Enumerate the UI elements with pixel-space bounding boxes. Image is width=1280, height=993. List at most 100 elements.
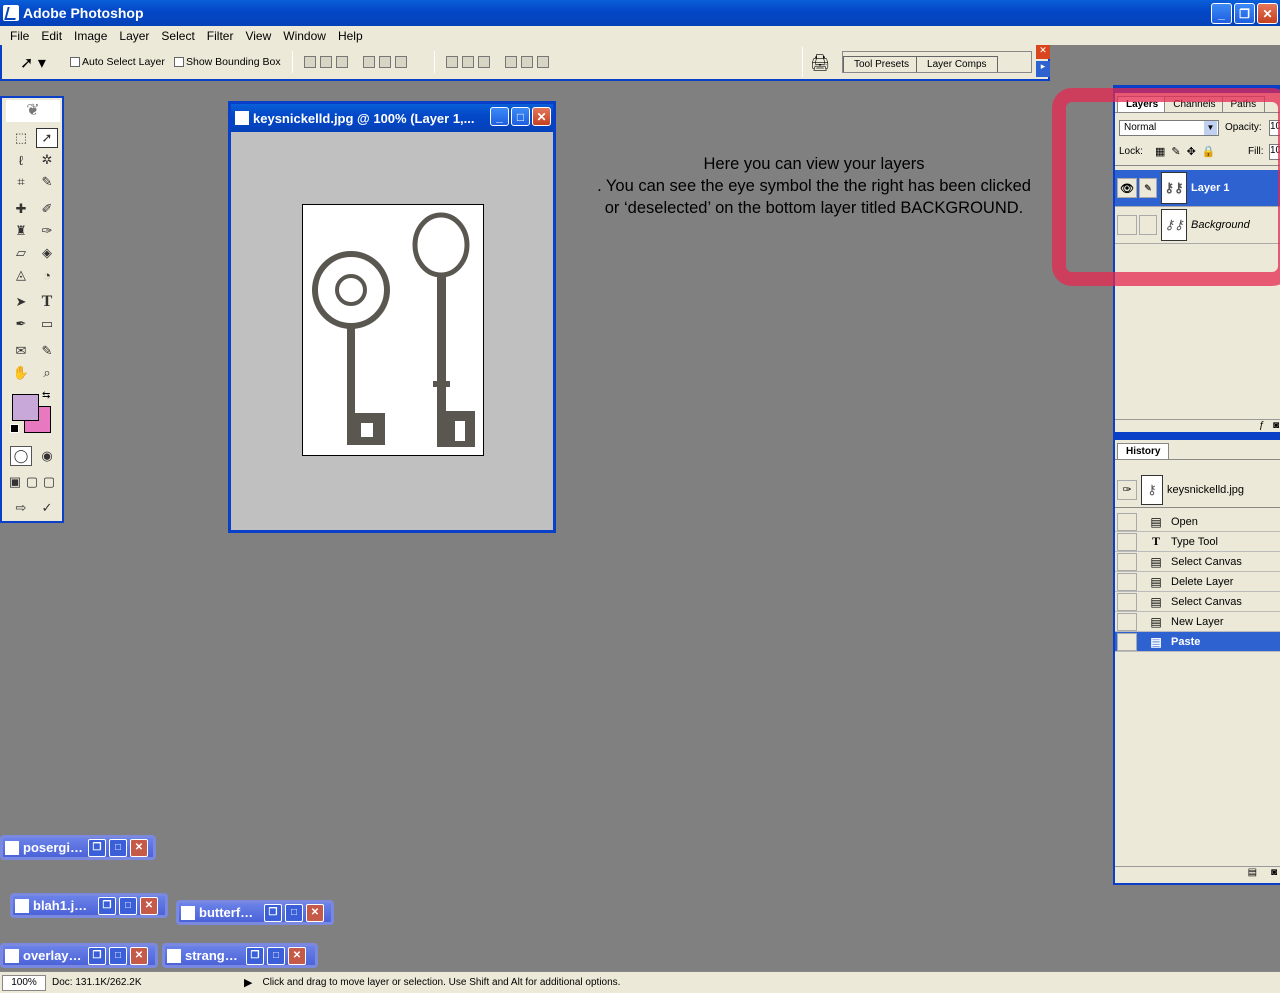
auto-select-checkbox[interactable]: Auto Select Layer <box>70 56 165 68</box>
distribute-left-icon[interactable] <box>505 56 518 68</box>
swap-colors-icon[interactable]: ⇆ <box>42 390 50 401</box>
align-vcenter-icon[interactable] <box>320 56 332 68</box>
standard-mode-icon[interactable]: ◯ <box>10 446 32 466</box>
restore-icon[interactable]: ❐ <box>88 946 106 965</box>
minimized-window[interactable]: blah1.j… ❐ □ ✕ <box>10 893 168 918</box>
minimized-window[interactable]: posergi… ❐ □ ✕ <box>0 835 156 860</box>
new-snapshot-icon[interactable]: ▤ <box>1248 867 1257 878</box>
history-snapshot[interactable]: ✑ ⚷ keysnickelld.jpg <box>1115 472 1280 508</box>
paint-bucket-icon[interactable]: ◈ <box>36 243 58 263</box>
restore-icon[interactable]: ❐ <box>98 896 116 915</box>
options-expand-icon[interactable]: ▸ <box>1036 61 1050 77</box>
blur-tool-icon[interactable]: ◬ <box>10 265 32 285</box>
align-top-icon[interactable] <box>304 56 316 68</box>
close-icon[interactable]: ✕ <box>306 903 324 922</box>
tab-history[interactable]: History <box>1117 443 1170 459</box>
hand-tool-icon[interactable]: ✋ <box>10 363 32 383</box>
distribute-vcenter-icon[interactable] <box>462 56 474 68</box>
restore-button[interactable]: ❐ <box>1234 3 1255 24</box>
menu-filter[interactable]: Filter <box>201 29 240 43</box>
image-canvas[interactable] <box>302 204 484 456</box>
default-colors-icon[interactable] <box>10 424 19 433</box>
align-right-icon[interactable] <box>395 56 408 68</box>
pen-tool-icon[interactable]: ✒ <box>10 314 32 334</box>
lasso-tool-icon[interactable]: ℓ <box>10 150 32 170</box>
menu-help[interactable]: Help <box>332 29 369 43</box>
align-left-icon[interactable] <box>363 56 376 68</box>
history-step[interactable]: ▤ New Layer <box>1115 612 1280 632</box>
close-icon[interactable]: ✕ <box>288 946 306 965</box>
distribute-top-icon[interactable] <box>446 56 458 68</box>
layer-style-icon[interactable]: ƒ <box>1259 420 1265 431</box>
type-tool-icon[interactable]: T <box>36 292 58 312</box>
align-hcenter-icon[interactable] <box>379 56 392 68</box>
history-step[interactable]: T Type Tool <box>1115 532 1280 552</box>
tab-tool-presets[interactable]: Tool Presets <box>843 56 921 72</box>
history-step[interactable]: ▤ Open <box>1115 512 1280 532</box>
history-step[interactable]: ▤ Select Canvas <box>1115 592 1280 612</box>
status-menu-arrow-icon[interactable]: ▶ <box>244 976 252 989</box>
tab-layer-comps[interactable]: Layer Comps <box>916 56 998 72</box>
file-browser-icon[interactable]: 🖨 <box>810 53 830 73</box>
show-bbox-checkbox[interactable]: Show Bounding Box <box>174 56 281 68</box>
close-icon[interactable]: ✕ <box>130 838 148 857</box>
eyedropper-icon[interactable]: ✎ <box>36 341 58 361</box>
screen-mode-full-menu-icon[interactable]: ▢ <box>23 472 41 492</box>
maximize-icon[interactable]: □ <box>119 896 137 915</box>
dodge-tool-icon[interactable]: ◔ <box>36 265 58 285</box>
move-tool-icon[interactable]: ➚ <box>36 128 58 148</box>
path-selection-icon[interactable]: ➤ <box>10 292 32 312</box>
distribute-hcenter-icon[interactable] <box>521 56 534 68</box>
maximize-icon[interactable]: □ <box>109 946 127 965</box>
close-icon[interactable]: ✕ <box>140 896 158 915</box>
move-tool-preset-picker[interactable]: ➚ ▾ <box>20 53 56 73</box>
maximize-icon[interactable]: □ <box>267 946 285 965</box>
zoom-field[interactable]: 100% <box>2 974 46 991</box>
minimize-button[interactable]: _ <box>1211 3 1232 24</box>
screen-mode-full-icon[interactable]: ▢ <box>40 472 58 492</box>
layer-mask-icon[interactable]: ◙ <box>1273 420 1279 431</box>
history-step[interactable]: ▤ Delete Layer <box>1115 572 1280 592</box>
notes-tool-icon[interactable]: ✉ <box>10 341 32 361</box>
minimized-window[interactable]: butterf… ❐ □ ✕ <box>176 900 334 925</box>
menu-select[interactable]: Select <box>155 29 200 43</box>
close-icon[interactable]: ✕ <box>130 946 148 965</box>
brush-tool-icon[interactable]: ✐ <box>36 199 58 219</box>
healing-brush-icon[interactable]: ✚ <box>10 199 32 219</box>
maximize-icon[interactable]: □ <box>109 838 127 857</box>
zoom-tool-icon[interactable]: ⌕ <box>36 363 58 383</box>
menu-file[interactable]: File <box>4 29 35 43</box>
restore-icon[interactable]: ❐ <box>246 946 264 965</box>
align-bottom-icon[interactable] <box>336 56 348 68</box>
shape-tool-icon[interactable]: ▭ <box>36 314 58 334</box>
options-close-icon[interactable]: ✕ <box>1036 45 1050 59</box>
history-brush-source-icon[interactable]: ✑ <box>1117 479 1137 500</box>
foreground-color-swatch[interactable] <box>12 394 39 421</box>
minimized-window[interactable]: strang… ❐ □ ✕ <box>162 943 318 968</box>
minimized-window[interactable]: overlay… ❐ □ ✕ <box>0 943 158 968</box>
history-step-active[interactable]: ▤ Paste <box>1115 632 1280 652</box>
quickmask-mode-icon[interactable]: ◉ <box>36 446 58 466</box>
menu-layer[interactable]: Layer <box>113 29 155 43</box>
maximize-icon[interactable]: □ <box>285 903 303 922</box>
history-brush-icon[interactable]: ✑ <box>36 221 58 241</box>
doc-close-button[interactable]: ✕ <box>532 107 551 126</box>
magic-wand-icon[interactable]: ✲ <box>36 150 58 170</box>
distribute-bottom-icon[interactable] <box>478 56 490 68</box>
restore-icon[interactable]: ❐ <box>88 838 106 857</box>
new-document-icon[interactable]: ◙ <box>1271 867 1277 878</box>
doc-minimize-button[interactable]: _ <box>490 107 509 126</box>
history-step[interactable]: ▤ Select Canvas <box>1115 552 1280 572</box>
doc-maximize-button[interactable]: □ <box>511 107 530 126</box>
menu-image[interactable]: Image <box>68 29 113 43</box>
menu-window[interactable]: Window <box>277 29 332 43</box>
marquee-tool-icon[interactable]: ⬚ <box>10 128 32 148</box>
screen-mode-standard-icon[interactable]: ▣ <box>6 472 24 492</box>
adobe-feather-icon[interactable]: ❦ <box>6 100 60 122</box>
crop-tool-icon[interactable]: ⌗ <box>10 172 32 192</box>
distribute-right-icon[interactable] <box>537 56 550 68</box>
edit-in-imageready-icon[interactable]: ✓ <box>36 498 58 518</box>
restore-icon[interactable]: ❐ <box>264 903 282 922</box>
clone-stamp-icon[interactable]: ♜ <box>10 221 32 241</box>
menu-edit[interactable]: Edit <box>35 29 68 43</box>
